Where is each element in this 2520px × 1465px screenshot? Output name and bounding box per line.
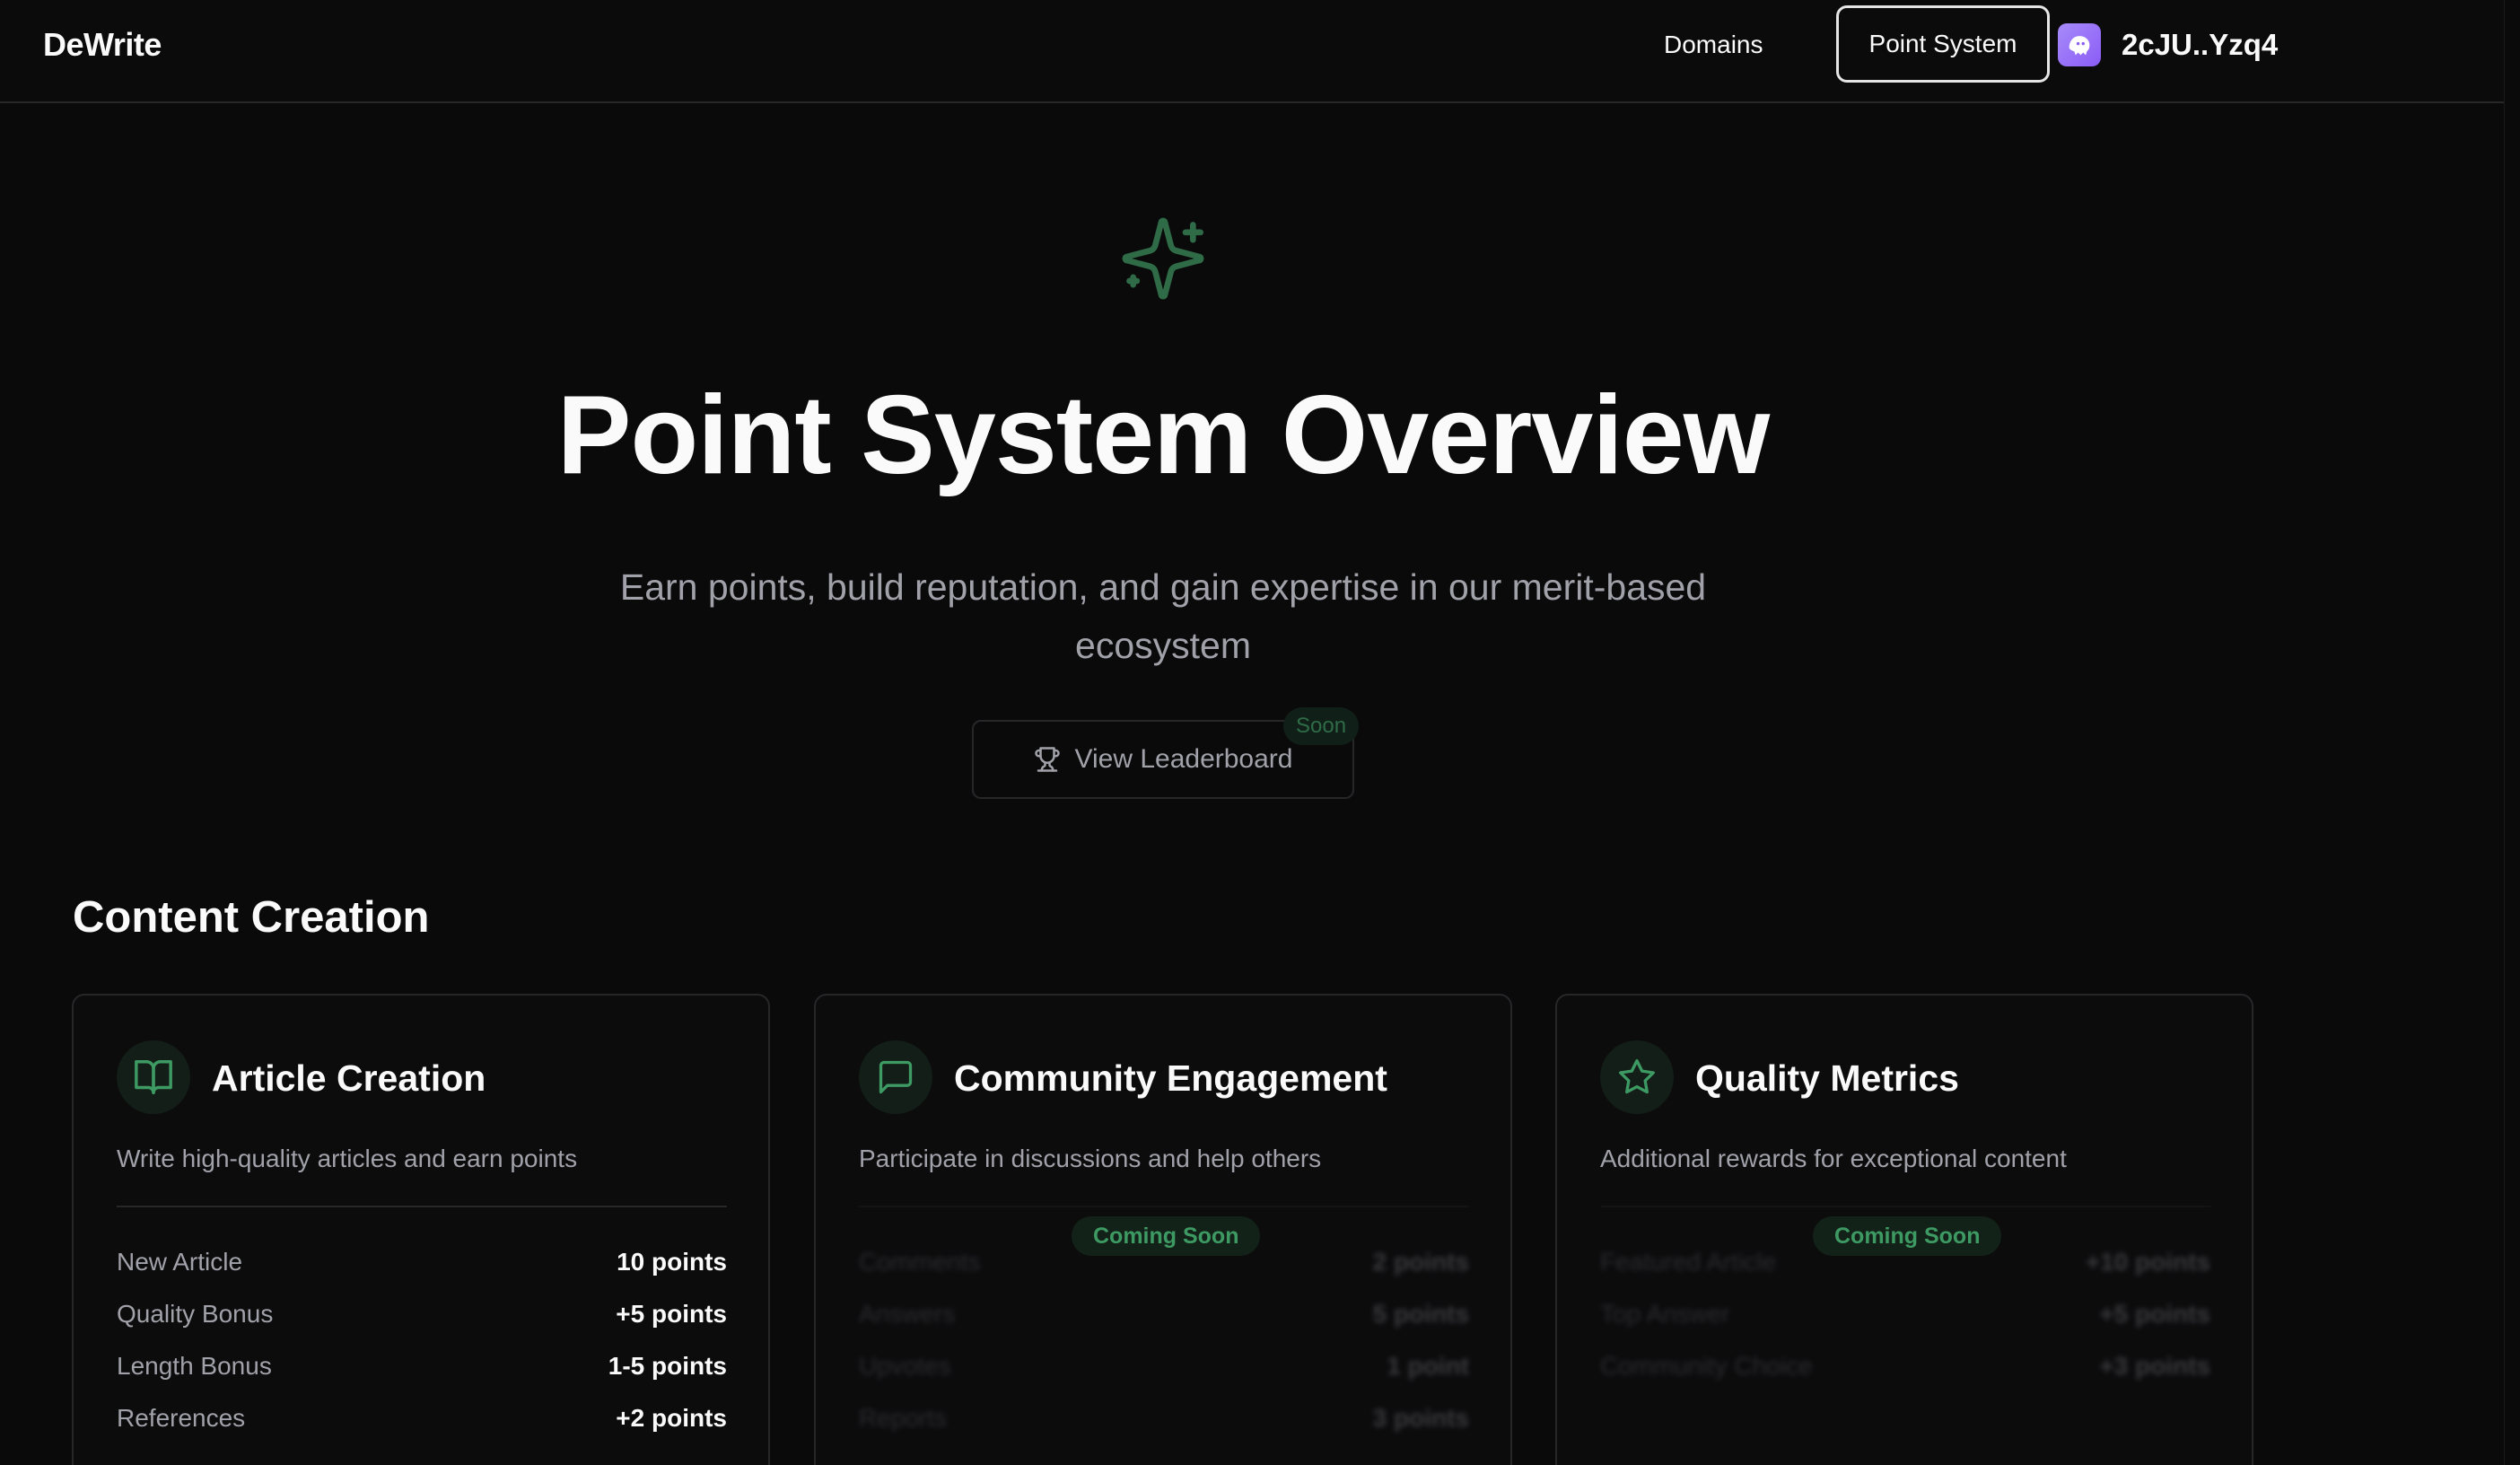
points-label: Answers	[859, 1300, 956, 1328]
section-title: Content Creation	[73, 893, 430, 942]
points-row: Length Bonus 1-5 points	[117, 1340, 727, 1392]
card-community-engagement: Community Engagement Participate in disc…	[814, 994, 1512, 1465]
wallet-address-button[interactable]: 2cJU..Yzq4	[2122, 25, 2278, 65]
points-label: Upvotes	[859, 1352, 951, 1380]
points-label: References	[117, 1404, 246, 1432]
card-title: Community Engagement	[954, 1057, 1387, 1099]
points-row: Top Answer +5 points	[1600, 1288, 2210, 1340]
points-value: 1 point	[1387, 1352, 1469, 1380]
divider	[117, 1206, 727, 1207]
card-title: Article Creation	[212, 1057, 486, 1099]
divider	[859, 1206, 1469, 1207]
points-value: +10 points	[2085, 1248, 2210, 1276]
card-description: Participate in discussions and help othe…	[859, 1145, 1322, 1172]
points-value: 1-5 points	[608, 1352, 727, 1380]
points-label: Reports	[859, 1404, 948, 1432]
points-row: Community Choice +3 points	[1600, 1340, 2210, 1392]
soon-badge: Soon	[1283, 707, 1360, 745]
points-label: Quality Bonus	[117, 1300, 274, 1328]
points-value: +5 points	[2099, 1300, 2210, 1328]
coming-soon-badge: Coming Soon	[1072, 1216, 1261, 1256]
top-nav-bar: DeWrite Domains Point System 2cJU..Yzq4	[0, 0, 2504, 103]
points-value: +3 points	[2099, 1352, 2210, 1380]
page-subtitle: Earn points, build reputation, and gain …	[619, 566, 1707, 666]
coming-soon-badge: Coming Soon	[1813, 1216, 2002, 1256]
points-label: New Article	[117, 1248, 243, 1276]
points-row: Answers 5 points	[859, 1288, 1469, 1340]
nav-link-point-system-label: Point System	[1868, 30, 2017, 57]
view-leaderboard-label: View Leaderboard	[1074, 744, 1293, 774]
points-label: Length Bonus	[117, 1352, 272, 1380]
trophy-icon	[1034, 747, 1060, 772]
points-value: 5 points	[1372, 1300, 1469, 1328]
points-list: Featured Article +10 points Top Answer +5 …	[1600, 1236, 2210, 1392]
card-quality-metrics: Quality Metrics Additional rewards for e…	[1555, 994, 2253, 1465]
points-row: Reports 3 points	[859, 1392, 1469, 1444]
points-list: Comments 2 points Answers 5 points Upvotes…	[859, 1236, 1469, 1444]
points-value: 10 points	[617, 1248, 727, 1276]
points-label: Top Answer	[1600, 1300, 1730, 1328]
star-icon	[1600, 1040, 1674, 1114]
points-value: +5 points	[616, 1300, 727, 1328]
page-scrollbar[interactable]	[2504, 0, 2520, 1465]
points-value: +2 points	[616, 1404, 727, 1432]
points-row: Quality Bonus +5 points	[117, 1288, 727, 1340]
book-open-icon	[117, 1040, 190, 1114]
points-row: New Article 10 points	[117, 1236, 727, 1288]
brand-logo[interactable]: DeWrite	[43, 25, 162, 65]
page: DeWrite Domains Point System 2cJU..Yzq4 …	[0, 0, 2520, 1465]
card-description: Write high-quality articles and earn poi…	[117, 1145, 578, 1172]
ghost-icon-svg	[2069, 36, 2090, 56]
page-title: Point System Overview	[556, 373, 1770, 497]
nav-link-point-system[interactable]: Point System	[1836, 5, 2050, 83]
card-article-creation: Article Creation Write high-quality arti…	[72, 994, 770, 1465]
points-label: Community Choice	[1600, 1352, 1813, 1380]
ghost-icon[interactable]	[2058, 23, 2101, 66]
points-label: Featured Article	[1600, 1248, 1777, 1276]
points-value: 3 points	[1372, 1404, 1469, 1432]
sparkles-icon	[1122, 217, 1204, 300]
points-list: New Article 10 points Quality Bonus +5 poi…	[117, 1236, 727, 1444]
nav-link-domains[interactable]: Domains	[1664, 25, 1763, 65]
card-title: Quality Metrics	[1695, 1057, 1959, 1099]
divider	[1600, 1206, 2210, 1207]
card-description: Additional rewards for exceptional conte…	[1600, 1145, 2067, 1172]
message-square-icon	[859, 1040, 932, 1114]
points-row: References +2 points	[117, 1392, 727, 1444]
points-value: 2 points	[1372, 1248, 1469, 1276]
points-row: Upvotes 1 point	[859, 1340, 1469, 1392]
points-label: Comments	[859, 1248, 981, 1276]
